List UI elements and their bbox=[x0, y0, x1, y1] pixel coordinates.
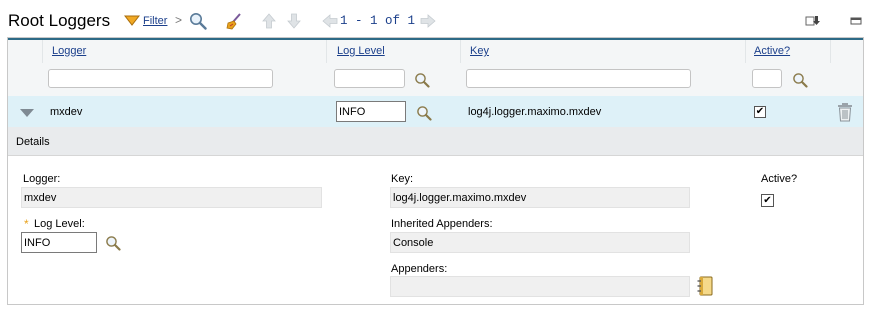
magnifier-icon[interactable] bbox=[188, 11, 208, 31]
key-filter-input[interactable] bbox=[466, 69, 691, 88]
row-log-level-input[interactable] bbox=[336, 101, 406, 122]
row-active-checkbox[interactable]: ✔ bbox=[754, 106, 766, 118]
log-level-label: Log Level: bbox=[34, 218, 85, 230]
logger-filter-input[interactable] bbox=[48, 69, 273, 88]
required-asterisk: * bbox=[24, 217, 29, 231]
details-section-header: Details bbox=[8, 127, 863, 156]
log-level-magnifier-icon[interactable] bbox=[105, 235, 121, 251]
logger-field: mxdev bbox=[21, 187, 322, 208]
log-level-filter-magnifier-icon[interactable] bbox=[414, 72, 430, 88]
arrow-right-icon[interactable] bbox=[418, 11, 438, 31]
arrow-up-icon[interactable] bbox=[259, 11, 279, 31]
key-field: log4j.logger.maximo.mxdev bbox=[390, 187, 690, 208]
column-header-active[interactable]: Active? bbox=[754, 45, 790, 57]
table-header-row: Logger Log Level Key Active? bbox=[8, 38, 863, 98]
details-section-title: Details bbox=[16, 136, 50, 148]
minimize-icon[interactable] bbox=[846, 11, 866, 31]
log-level-field[interactable] bbox=[21, 232, 97, 253]
log-level-filter-input[interactable] bbox=[334, 69, 405, 88]
table-filter-row bbox=[8, 63, 863, 96]
download-icon[interactable] bbox=[803, 11, 823, 31]
row-expand-triangle-icon[interactable] bbox=[20, 108, 34, 120]
active-label: Active? bbox=[761, 173, 798, 185]
filter-link[interactable]: Filter bbox=[143, 15, 167, 27]
notebook-select-icon[interactable] bbox=[696, 276, 714, 299]
arrow-left-icon[interactable] bbox=[320, 11, 340, 31]
column-header-logger[interactable]: Logger bbox=[52, 45, 86, 57]
filter-funnel-icon[interactable] bbox=[122, 11, 142, 31]
active-checkbox[interactable]: ✔ bbox=[761, 194, 774, 207]
row-key-value: log4j.logger.maximo.mxdev bbox=[468, 106, 602, 118]
table-row[interactable]: mxdev log4j.logger.maximo.mxdev ✔ bbox=[8, 96, 863, 127]
active-filter-input[interactable] bbox=[752, 69, 782, 88]
row-log-level-magnifier-icon[interactable] bbox=[416, 105, 432, 121]
pagination-status: 1 - 1 of 1 bbox=[340, 14, 416, 28]
arrow-down-icon[interactable] bbox=[284, 11, 304, 31]
trash-icon[interactable] bbox=[836, 102, 854, 125]
column-header-key[interactable]: Key bbox=[470, 45, 489, 57]
chevron-right-icon[interactable]: > bbox=[175, 13, 182, 27]
column-header-log-level[interactable]: Log Level bbox=[337, 45, 385, 57]
logger-label: Logger: bbox=[23, 173, 61, 185]
clear-filter-broom-icon[interactable] bbox=[224, 11, 244, 31]
key-label: Key: bbox=[391, 173, 414, 185]
appenders-label: Appenders: bbox=[391, 263, 448, 275]
active-filter-magnifier-icon[interactable] bbox=[792, 72, 808, 88]
page-title: Root Loggers bbox=[8, 11, 111, 30]
inherited-appenders-label: Inherited Appenders: bbox=[391, 218, 493, 230]
appenders-field bbox=[390, 276, 690, 297]
inherited-appenders-field: Console bbox=[390, 232, 690, 253]
row-logger-value: mxdev bbox=[50, 106, 83, 118]
